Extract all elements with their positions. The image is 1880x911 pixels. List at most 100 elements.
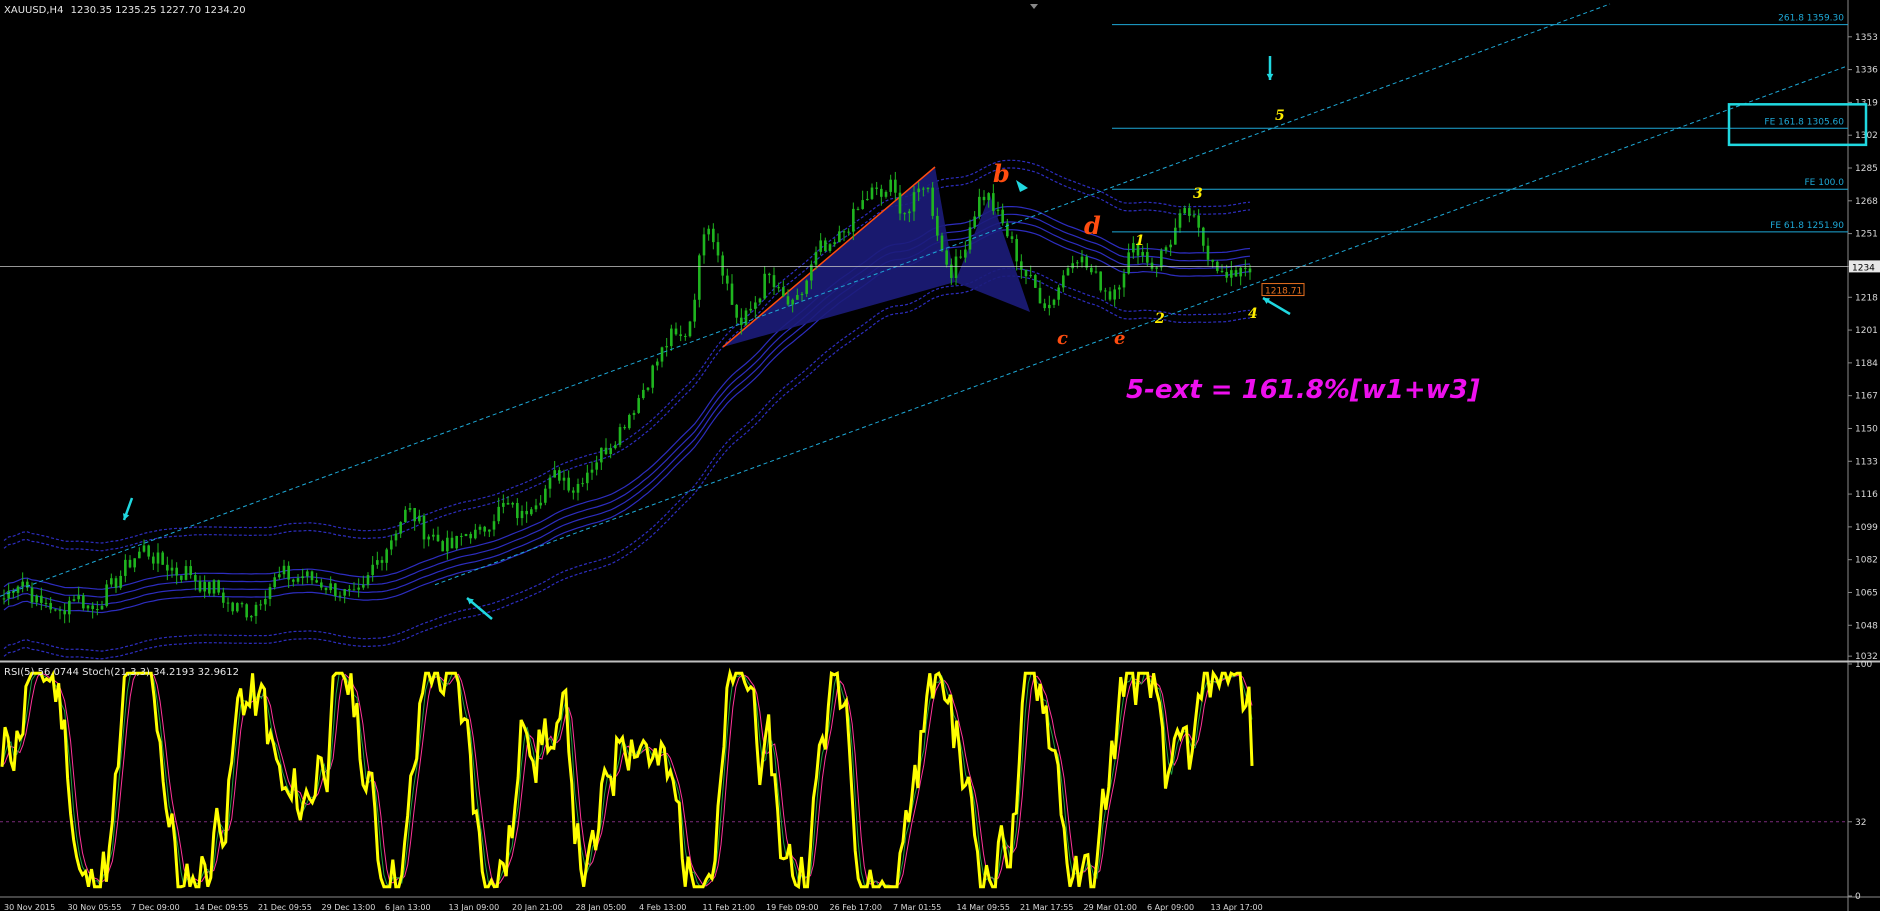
candle-body [632,412,636,415]
x-tick-label: 21 Dec 09:55 [258,903,312,911]
candle-body [166,564,169,571]
candle-body [749,308,752,311]
x-tick-label: 21 Mar 17:55 [1020,903,1073,911]
candle-body [450,537,454,549]
wave-label-orange: b [993,159,1010,188]
candle-body [119,575,122,588]
candle-body [324,587,328,591]
candle-body [572,490,575,493]
candle-body [782,287,785,297]
candle-body [343,589,346,596]
candle-body [870,187,874,199]
oscillator-panel: 0 32 100 [0,660,1872,902]
candle-body [908,211,911,214]
candle-body [856,208,860,210]
candle-body [2,598,6,600]
candle-body [1150,262,1154,269]
candle-body [936,215,939,236]
x-tick-label: 13 Apr 17:00 [1211,903,1263,911]
y-tick-label: 1251 [1855,230,1878,240]
y-tick-label: 1133 [1855,457,1878,467]
candle-body [175,567,178,576]
candle-body [1104,290,1107,292]
candle-body [404,509,407,523]
candle-body [422,515,426,540]
candle-body [49,602,52,610]
candle-body [399,522,402,534]
candle-body [684,335,687,337]
candle-body [352,589,356,591]
candle-body [1080,256,1084,263]
candle-body [497,506,500,522]
candle-body [940,235,944,251]
candle-body [889,179,892,192]
candle-body [287,565,290,580]
candle-body [1178,213,1182,228]
candle-body [777,287,780,289]
candle-body [721,255,724,276]
candle-body [1239,267,1242,277]
candle-body [558,470,561,481]
candle-body [959,256,962,258]
candle-body [250,615,253,618]
candle-body [539,502,542,506]
candle-body [1146,251,1149,263]
channel-lower-line [434,65,1849,586]
candle-body [544,488,547,503]
candle-body [1206,245,1210,260]
candle-body [77,595,80,600]
candle-body [460,535,463,537]
candle-body [464,533,468,537]
candle-body [1010,236,1014,239]
harmonic-pattern-left [723,167,955,347]
y-tick-label: 1150 [1855,424,1878,434]
x-tick-label: 30 Nov 05:55 [68,903,122,911]
candle-body [306,571,309,577]
candle-body [768,273,771,276]
candle-body [380,560,384,563]
candle-body [1076,262,1079,264]
price-chart[interactable]: 1032104810651082109911161133115011671184… [0,0,1880,911]
candle-body [1024,269,1028,277]
candle-body [772,275,776,288]
candle-body [273,577,276,588]
candle-body [427,536,430,540]
wave-label-yellow: 4 [1248,306,1258,322]
candle-body [992,193,995,211]
candle-body [642,389,645,399]
candle-body [1118,287,1121,290]
candle-body [562,477,566,481]
candle-body [432,534,435,537]
osc-tick-label: 100 [1855,660,1872,670]
y-tick-label: 1201 [1855,326,1878,336]
candle-body [82,595,85,609]
candle-body [30,587,34,603]
candle-body [68,600,71,615]
x-tick-label: 11 Feb 21:00 [703,903,755,911]
candle-body [1230,270,1233,278]
candle-body [100,606,104,610]
candle-body [623,427,626,429]
outer-envelope-line [3,267,1251,652]
candle-body [824,240,827,251]
candle-body [861,200,864,209]
candle-body [786,296,790,305]
chart-shift-marker [1030,4,1038,9]
candle-body [338,595,342,597]
candle-body [1052,299,1056,305]
candle-body [548,477,552,489]
candle-body [968,227,972,250]
candle-body [1211,259,1214,262]
candle-body [54,609,57,611]
candle-body [712,228,715,243]
fib-level-label: FE 61.8 1251.90 [1770,221,1844,231]
candle-body [1220,270,1224,272]
candle-body [1038,287,1042,304]
symbol-label: XAUUSD,H4 [4,5,64,16]
osc-tick-label: 0 [1855,892,1861,902]
candle-body [114,578,118,588]
wave-label-yellow: 1 [1135,233,1145,249]
candle-body [142,545,146,552]
candle-body [441,541,444,552]
y-tick-label: 1336 [1855,66,1878,76]
